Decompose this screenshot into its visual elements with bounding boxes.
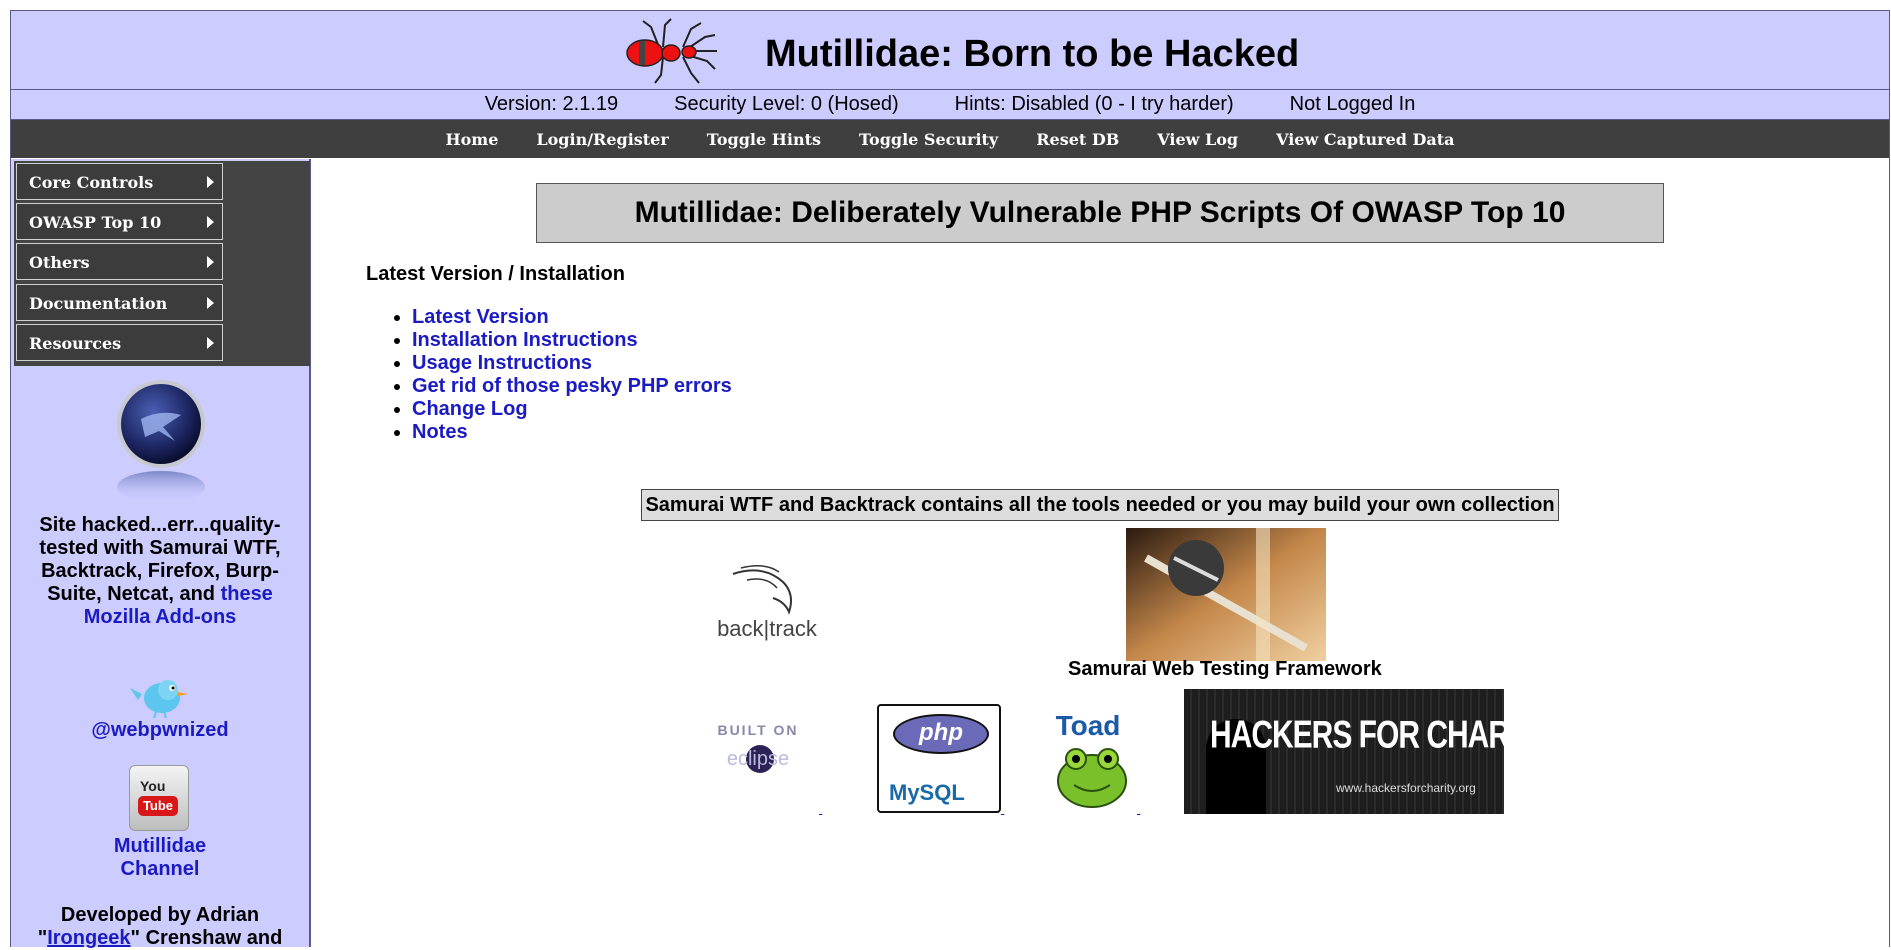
list-item: Notes <box>412 421 732 444</box>
twitter-bird-icon[interactable] <box>128 674 192 718</box>
eclipse-bottom-text: eclipse <box>727 748 789 770</box>
menu-item-label: Documentation <box>29 294 168 313</box>
nav-reset-db[interactable]: Reset DB <box>1036 130 1119 149</box>
menu-item-core-controls[interactable]: Core Controls <box>16 163 223 200</box>
owasp-logo-icon[interactable] <box>111 379 211 504</box>
hfc-text: HACKERS FOR CHARITY <box>1210 713 1554 757</box>
list-item: Installation Instructions <box>412 329 732 352</box>
tools-notice: Samurai WTF and Backtrack contains all t… <box>641 489 1559 521</box>
menu-item-resources[interactable]: Resources <box>16 324 223 361</box>
eclipse-top-text: BUILT ON <box>717 722 798 738</box>
menu-item-label: Resources <box>29 334 122 353</box>
backtrack-logo-icon[interactable]: back|track <box>703 554 833 654</box>
version-text: Version: 2.1.19 <box>484 93 619 115</box>
nav-login-register[interactable]: Login/Register <box>536 130 668 149</box>
top-nav: Home Login/Register Toggle Hints Toggle … <box>11 120 1889 158</box>
youtube-channel-link-line2[interactable]: Channel <box>121 858 200 880</box>
menu-item-label: Others <box>29 253 90 272</box>
developer-credit: Developed by Adrian "Irongeek" Crenshaw … <box>11 904 309 950</box>
site-header: Mutillidae: Born to be Hacked <box>11 11 1889 90</box>
nav-toggle-security[interactable]: Toggle Security <box>859 130 998 149</box>
youtube-icon[interactable]: You Tube <box>129 765 189 831</box>
installation-links: Latest Version Installation Instructions… <box>388 306 732 444</box>
list-item: Change Log <box>412 398 732 421</box>
installation-instructions-link[interactable]: Installation Instructions <box>412 329 638 351</box>
youtube-link-wrap: Mutillidae Channel <box>11 835 309 881</box>
login-status-text: Not Logged In <box>1289 93 1416 115</box>
menu-item-label: Core Controls <box>29 173 154 192</box>
youtube-channel-link-line1[interactable]: Mutillidae <box>114 835 206 857</box>
irongeek-link[interactable]: Irongeek <box>47 927 130 949</box>
menu-item-documentation[interactable]: Documentation <box>16 284 223 321</box>
security-level-text: Security Level: 0 (Hosed) <box>674 93 899 115</box>
twitter-link-wrap: @webpwnized <box>11 719 309 742</box>
submenu-arrow-icon <box>207 256 214 268</box>
usage-instructions-link[interactable]: Usage Instructions <box>412 352 592 374</box>
change-log-link[interactable]: Change Log <box>412 398 528 420</box>
hfc-url: www.hackersforcharity.org <box>1336 781 1476 795</box>
php-mysql-logo-icon[interactable]: php MySQL <box>877 704 1001 813</box>
notes-link[interactable]: Notes <box>412 421 468 443</box>
status-bar: Version: 2.1.19 Security Level: 0 (Hosed… <box>11 90 1889 120</box>
php-text: php <box>893 714 989 754</box>
backtrack-logo-text: back|track <box>717 616 818 641</box>
submenu-arrow-icon <box>207 297 214 309</box>
latest-version-link[interactable]: Latest Version <box>412 306 549 328</box>
submenu-arrow-icon <box>207 176 214 188</box>
developer-suffix: " Crenshaw and <box>130 927 283 949</box>
mysql-text: MySQL <box>889 780 965 805</box>
sidebar-menu: Core Controls OWASP Top 10 Others Docume… <box>14 161 310 366</box>
samurai-caption: Samurai Web Testing Framework <box>1068 658 1382 680</box>
sidebar: Core Controls OWASP Top 10 Others Docume… <box>11 159 311 950</box>
main-content: Mutillidae: Deliberately Vulnerable PHP … <box>313 159 1889 947</box>
page-title: Mutillidae: Deliberately Vulnerable PHP … <box>536 183 1664 243</box>
hackers-for-charity-logo-icon[interactable]: HACKERS FOR CHARITY www.hackersforcharit… <box>1184 689 1554 814</box>
nav-view-log[interactable]: View Log <box>1157 130 1238 149</box>
submenu-arrow-icon <box>207 216 214 228</box>
ant-logo-icon <box>626 18 717 84</box>
menu-item-others[interactable]: Others <box>16 243 223 280</box>
toad-link[interactable] <box>1137 802 1140 816</box>
menu-item-label: OWASP Top 10 <box>29 213 162 232</box>
youtube-tube-text: Tube <box>138 796 178 816</box>
list-item: Usage Instructions <box>412 352 732 375</box>
eclipse-link[interactable] <box>819 802 822 816</box>
nav-home[interactable]: Home <box>445 130 498 149</box>
php-mysql-link[interactable] <box>1001 802 1004 816</box>
samurai-wtf-image[interactable] <box>1126 528 1326 661</box>
php-errors-link[interactable]: Get rid of those pesky PHP errors <box>412 375 732 397</box>
list-item: Get rid of those pesky PHP errors <box>412 375 732 398</box>
submenu-arrow-icon <box>207 337 214 349</box>
nav-toggle-hints[interactable]: Toggle Hints <box>707 130 821 149</box>
toad-logo-icon[interactable]: Toad <box>1046 709 1146 814</box>
toad-text: Toad <box>1056 710 1121 741</box>
site-title: Mutillidae: Born to be Hacked <box>765 33 1300 75</box>
developer-text: Developed by Adrian <box>60 904 260 926</box>
list-item: Latest Version <box>412 306 732 329</box>
nav-view-captured-data[interactable]: View Captured Data <box>1276 130 1454 149</box>
twitter-link[interactable]: @webpwnized <box>91 719 228 741</box>
section-heading: Latest Version / Installation <box>366 263 625 285</box>
eclipse-logo-icon[interactable]: BUILT ON eclipse <box>708 719 808 779</box>
developer-quote: " <box>37 927 48 949</box>
youtube-you-text: You <box>140 778 166 794</box>
tested-with-text: Site hacked...err...quality-tested with … <box>11 514 309 629</box>
hints-status-text: Hints: Disabled (0 - I try harder) <box>954 93 1234 115</box>
menu-item-owasp-top-10[interactable]: OWASP Top 10 <box>16 203 223 240</box>
